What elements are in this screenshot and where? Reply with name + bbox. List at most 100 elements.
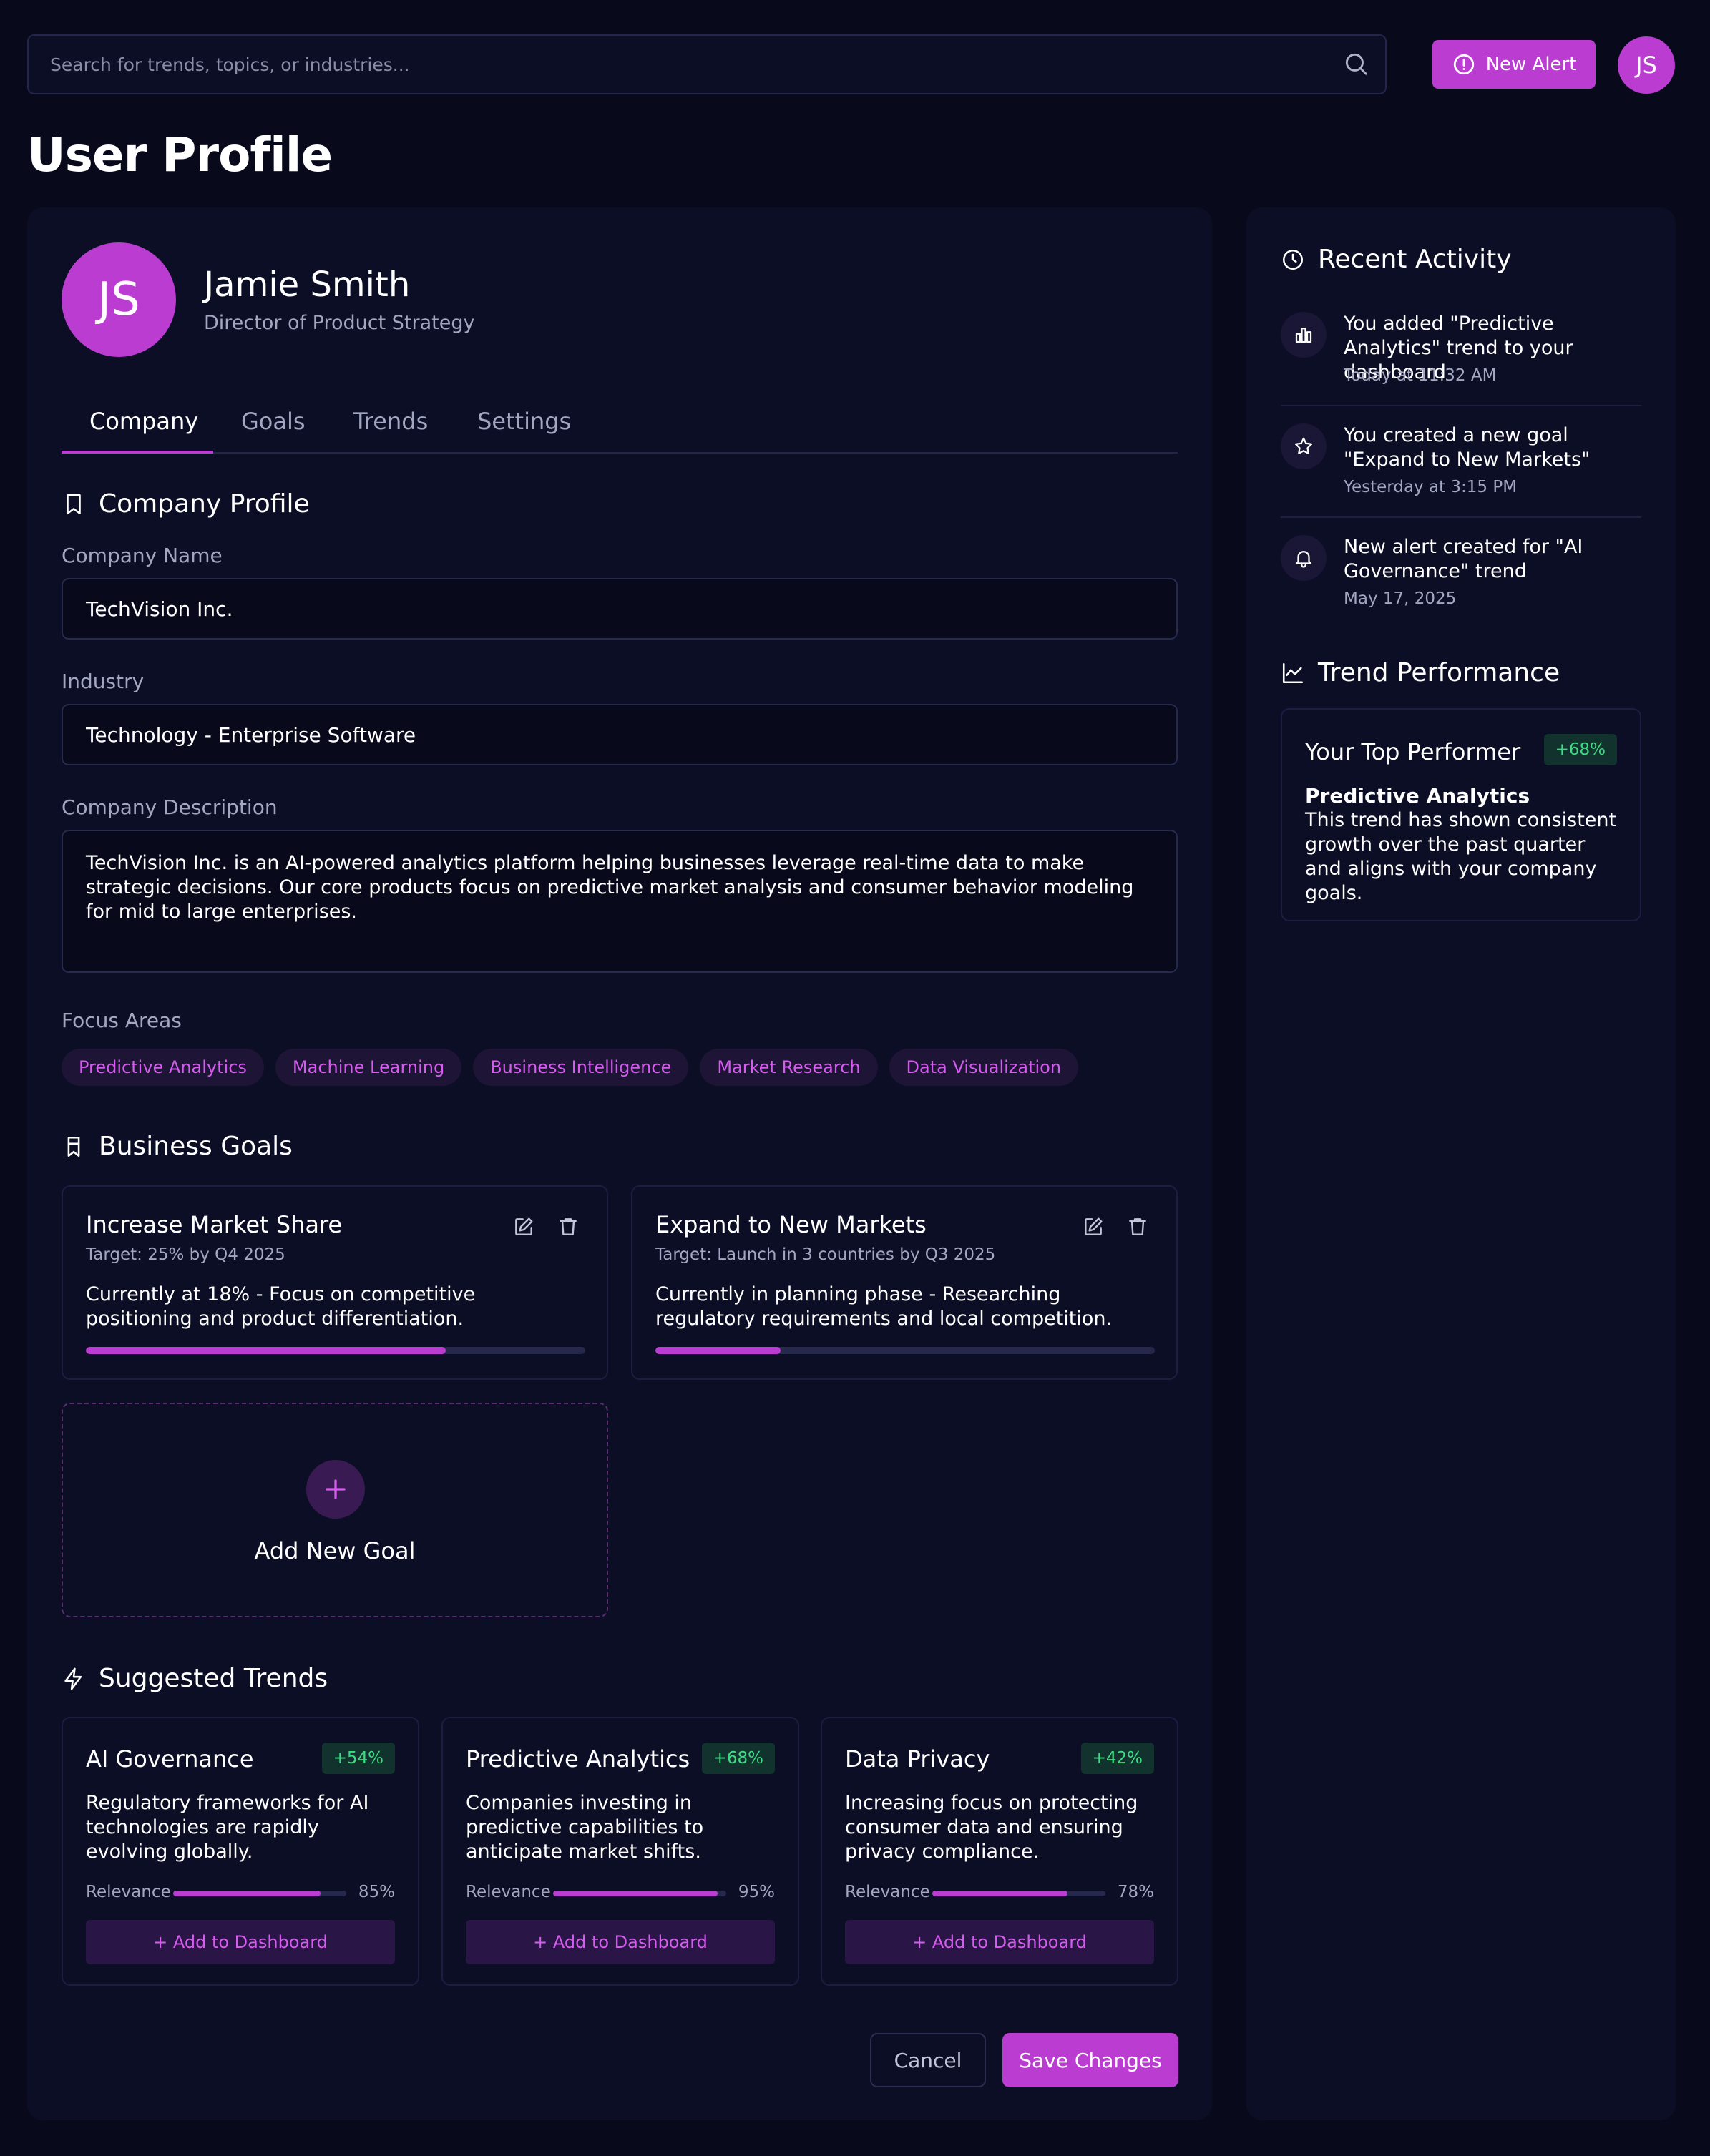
activity-item: New alert created for "AI Governance" tr… (1281, 535, 1641, 614)
tab-company[interactable]: Company (89, 408, 198, 435)
top-performer-title: Your Top Performer (1305, 738, 1521, 765)
goal-description: Currently in planning phase - Researchin… (655, 1283, 1113, 1330)
edit-icon[interactable] (1082, 1215, 1105, 1238)
relevance-label: Relevance (845, 1883, 930, 1901)
profile-name: Jamie Smith (204, 265, 411, 305)
tab-trends[interactable]: Trends (353, 408, 428, 435)
industry-input[interactable] (62, 704, 1178, 765)
company-name-label: Company Name (62, 544, 223, 567)
relevance-label: Relevance (86, 1883, 171, 1901)
trend-title: Predictive Analytics (466, 1745, 690, 1773)
activity-time: Yesterday at 3:15 PM (1344, 478, 1518, 496)
relevance-value: 85% (358, 1883, 395, 1901)
trend-card: AI Governance +54% Regulatory frameworks… (62, 1717, 419, 1986)
focus-tag[interactable]: Data Visualization (889, 1049, 1079, 1086)
activity-item: You created a new goal "Expand to New Ma… (1281, 423, 1641, 502)
goal-description: Currently at 18% - Focus on competitive … (86, 1283, 476, 1330)
activity-text: New alert created for "AI Governance" tr… (1344, 536, 1583, 582)
trend-performance-heading: Trend Performance (1281, 658, 1560, 687)
activity-text: You created a new goal "Expand to New Ma… (1344, 424, 1591, 471)
line-chart-icon (1281, 661, 1305, 685)
activity-divider (1281, 405, 1641, 406)
cancel-button[interactable]: Cancel (870, 2033, 986, 2087)
goal-progress-track (86, 1347, 585, 1354)
active-tab-indicator (62, 451, 213, 454)
company-description-label: Company Description (62, 795, 278, 819)
tab-settings[interactable]: Settings (477, 408, 571, 435)
add-to-dashboard-button[interactable]: + Add to Dashboard (86, 1920, 395, 1964)
top-performer-name: Predictive Analytics (1305, 784, 1530, 808)
save-changes-button[interactable]: Save Changes (1002, 2033, 1178, 2087)
company-name-input[interactable] (62, 578, 1178, 640)
relevance-track (932, 1891, 1105, 1896)
goal-icon (62, 1135, 86, 1159)
focus-tag[interactable]: Machine Learning (275, 1049, 462, 1086)
company-profile-heading: Company Profile (62, 489, 310, 519)
goal-title: Expand to New Markets (655, 1211, 927, 1238)
user-avatar[interactable]: JS (1618, 36, 1675, 94)
profile-role: Director of Product Strategy (204, 312, 475, 334)
clock-icon (1281, 248, 1305, 272)
recent-activity-title: Recent Activity (1318, 245, 1512, 274)
plus-icon (306, 1460, 365, 1519)
focus-tag[interactable]: Market Research (700, 1049, 878, 1086)
trend-description: Regulatory frameworks for AI technologie… (86, 1792, 369, 1863)
trend-description: Companies investing in predictive capabi… (466, 1792, 704, 1863)
trash-icon[interactable] (1126, 1215, 1149, 1238)
search-input[interactable] (50, 36, 1324, 93)
add-to-dashboard-button[interactable]: + Add to Dashboard (845, 1920, 1154, 1964)
suggested-trends-heading: Suggested Trends (62, 1664, 328, 1693)
search-icon[interactable] (1342, 50, 1369, 77)
company-profile-title: Company Profile (99, 489, 310, 519)
goal-progress-fill (655, 1347, 781, 1354)
bookmark-icon (62, 492, 86, 516)
trend-performance-title: Trend Performance (1318, 658, 1560, 687)
bar-chart-icon (1281, 312, 1327, 358)
goal-target: Target: Launch in 3 countries by Q3 2025 (655, 1245, 996, 1264)
goal-progress-track (655, 1347, 1155, 1354)
star-icon (1281, 423, 1327, 469)
search-box[interactable] (27, 34, 1387, 94)
trend-title: Data Privacy (845, 1745, 990, 1773)
relevance-fill (932, 1891, 1067, 1896)
focus-tag[interactable]: Business Intelligence (473, 1049, 689, 1086)
trend-change-badge: +68% (701, 1743, 775, 1774)
new-alert-button[interactable]: New Alert (1432, 40, 1596, 89)
relevance-label: Relevance (466, 1883, 551, 1901)
top-performer-description: This trend has shown consistent growth o… (1305, 809, 1617, 904)
bell-icon (1281, 535, 1327, 581)
lightning-icon (62, 1667, 86, 1691)
trash-icon[interactable] (557, 1215, 580, 1238)
tabs-divider (62, 452, 1178, 454)
recent-activity-heading: Recent Activity (1281, 245, 1512, 274)
focus-areas-label: Focus Areas (62, 1009, 182, 1032)
top-performer-card: Your Top Performer +68% Predictive Analy… (1281, 708, 1641, 921)
trend-change-badge: +42% (1080, 1743, 1154, 1774)
add-new-goal-button[interactable]: Add New Goal (62, 1403, 608, 1617)
goal-progress-fill (86, 1347, 446, 1354)
activity-time: May 17, 2025 (1344, 589, 1457, 608)
relevance-track (553, 1891, 726, 1896)
goal-title: Increase Market Share (86, 1211, 343, 1238)
relevance-fill (173, 1891, 321, 1896)
company-description-textarea[interactable]: TechVision Inc. is an AI-powered analyti… (62, 830, 1178, 973)
goal-card: Increase Market Share Target: 25% by Q4 … (62, 1185, 608, 1380)
trend-change-badge: +54% (321, 1743, 395, 1774)
top-performer-badge: +68% (1543, 734, 1617, 765)
new-alert-label: New Alert (1485, 54, 1577, 75)
edit-icon[interactable] (512, 1215, 535, 1238)
focus-tag[interactable]: Predictive Analytics (62, 1049, 264, 1086)
trend-description: Increasing focus on protecting consumer … (845, 1792, 1138, 1863)
profile-initials: JS (97, 273, 140, 326)
tab-goals[interactable]: Goals (241, 408, 306, 435)
alert-icon (1452, 52, 1476, 77)
relevance-fill (553, 1891, 718, 1896)
relevance-value: 95% (738, 1883, 775, 1901)
industry-label: Industry (62, 670, 145, 693)
add-to-dashboard-button[interactable]: + Add to Dashboard (466, 1920, 775, 1964)
relevance-track (173, 1891, 346, 1896)
activity-divider (1281, 516, 1641, 518)
trend-card: Data Privacy +42% Increasing focus on pr… (821, 1717, 1178, 1986)
avatar-initials: JS (1636, 52, 1657, 79)
relevance-value: 78% (1117, 1883, 1154, 1901)
